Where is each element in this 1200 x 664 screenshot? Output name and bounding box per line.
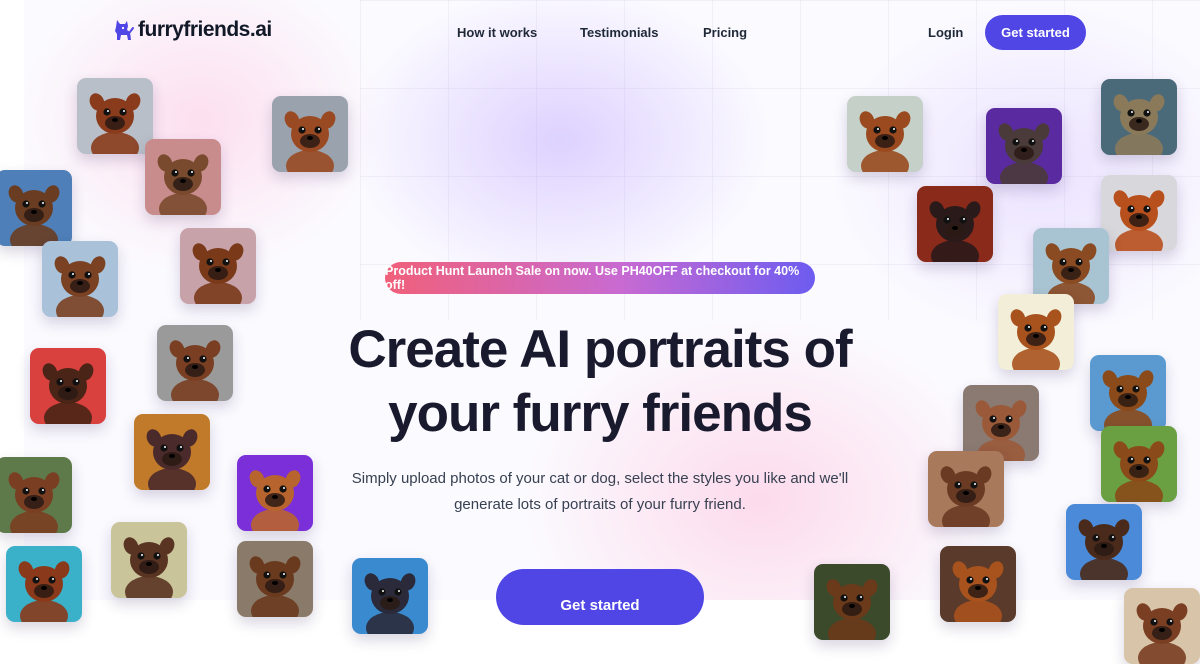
top-navbar: furryfriends.ai How it works Testimonial… bbox=[0, 0, 1200, 64]
hero-subheading: Simply upload photos of your cat or dog,… bbox=[330, 466, 870, 518]
pet-portrait-superhero bbox=[30, 348, 106, 424]
dog-portrait-icon bbox=[169, 340, 221, 401]
headline-line-2: your furry friends bbox=[388, 384, 813, 443]
nav-link-how-it-works[interactable]: How it works bbox=[457, 25, 537, 40]
pet-portrait-red-sweater bbox=[272, 96, 348, 172]
logo-text: furryfriends.ai bbox=[138, 18, 272, 41]
promo-banner[interactable]: Product Hunt Launch Sale on now. Use PH4… bbox=[385, 262, 815, 294]
dog-portrait-icon bbox=[157, 154, 209, 215]
dog-portrait-icon bbox=[1102, 370, 1154, 431]
pet-portrait-orange bbox=[1101, 175, 1177, 251]
dog-portrait-icon bbox=[1113, 94, 1165, 155]
pet-portrait-pink bbox=[145, 139, 221, 215]
dog-portrait-icon bbox=[249, 470, 301, 531]
dog-portrait-icon bbox=[1113, 190, 1165, 251]
dog-portrait-icon bbox=[1136, 603, 1188, 664]
pet-portrait-forest bbox=[814, 564, 890, 640]
dog-portrait-icon bbox=[8, 185, 60, 246]
dog-portrait-icon bbox=[18, 561, 70, 622]
pet-portrait-classic bbox=[237, 541, 313, 617]
dog-portrait-icon bbox=[998, 123, 1050, 184]
pet-portrait-cream bbox=[998, 294, 1074, 370]
login-link[interactable]: Login bbox=[928, 25, 963, 40]
pet-portrait-golden bbox=[134, 414, 210, 490]
hero-get-started-button[interactable]: Get started bbox=[496, 569, 704, 625]
pet-portrait-neon bbox=[237, 455, 313, 531]
pet-portrait-mustache bbox=[847, 96, 923, 172]
dog-portrait-icon bbox=[859, 111, 911, 172]
subhead-line-1: Simply upload photos of your cat or dog,… bbox=[351, 470, 849, 487]
headline-line-1: Create AI portraits of bbox=[348, 320, 852, 379]
nav-link-testimonials[interactable]: Testimonials bbox=[580, 25, 659, 40]
dog-portrait-icon bbox=[284, 111, 336, 172]
pet-portrait-meadow bbox=[1090, 355, 1166, 431]
pet-portrait-field bbox=[0, 457, 72, 533]
dog-portrait-icon bbox=[1045, 243, 1097, 304]
dog-portrait-icon bbox=[1010, 309, 1062, 370]
logo-link[interactable]: furryfriends.ai bbox=[112, 18, 272, 42]
dog-portrait-icon bbox=[952, 561, 1004, 622]
dog-portrait-icon bbox=[42, 363, 94, 424]
pet-portrait-blue bbox=[352, 558, 428, 634]
dog-portrait-icon bbox=[146, 429, 198, 490]
dog-logo-icon bbox=[115, 20, 134, 40]
nav-link-pricing[interactable]: Pricing bbox=[703, 25, 747, 40]
pet-portrait-purple bbox=[986, 108, 1062, 184]
pet-portrait-wood bbox=[928, 451, 1004, 527]
dog-portrait-icon bbox=[940, 466, 992, 527]
dog-portrait-icon bbox=[826, 579, 878, 640]
pet-portrait-painting bbox=[180, 228, 256, 304]
pet-portrait-bottom bbox=[1124, 588, 1200, 664]
dog-portrait-icon bbox=[929, 201, 981, 262]
dog-portrait-icon bbox=[1113, 441, 1165, 502]
dog-portrait-icon bbox=[249, 556, 301, 617]
pet-portrait-hoodie bbox=[963, 385, 1039, 461]
subhead-line-2: generate lots of portraits of your furry… bbox=[454, 496, 746, 513]
pet-portrait-collar bbox=[0, 170, 72, 246]
dog-portrait-icon bbox=[89, 93, 141, 154]
pet-portrait-sky bbox=[1033, 228, 1109, 304]
pet-portrait-robot bbox=[111, 522, 187, 598]
pet-portrait-bandana bbox=[1101, 426, 1177, 502]
pet-portrait-cape bbox=[1066, 504, 1142, 580]
dog-portrait-icon bbox=[192, 243, 244, 304]
pet-portrait-fur-coat bbox=[1101, 79, 1177, 155]
dog-portrait-icon bbox=[1078, 519, 1130, 580]
nav-get-started-button[interactable]: Get started bbox=[985, 15, 1086, 50]
dog-portrait-icon bbox=[975, 400, 1027, 461]
pet-portrait-cyan bbox=[6, 546, 82, 622]
pet-portrait-yellow-scarf bbox=[42, 241, 118, 317]
dog-portrait-icon bbox=[364, 573, 416, 634]
pet-portrait-bowtie bbox=[917, 186, 993, 262]
dog-portrait-icon bbox=[8, 472, 60, 533]
dog-portrait-icon bbox=[54, 256, 106, 317]
hero-headline: Create AI portraits of your furry friend… bbox=[300, 318, 900, 446]
pet-portrait-brown bbox=[940, 546, 1016, 622]
dog-portrait-icon bbox=[123, 537, 175, 598]
pet-portrait-soldier bbox=[157, 325, 233, 401]
pet-portrait-armor bbox=[77, 78, 153, 154]
